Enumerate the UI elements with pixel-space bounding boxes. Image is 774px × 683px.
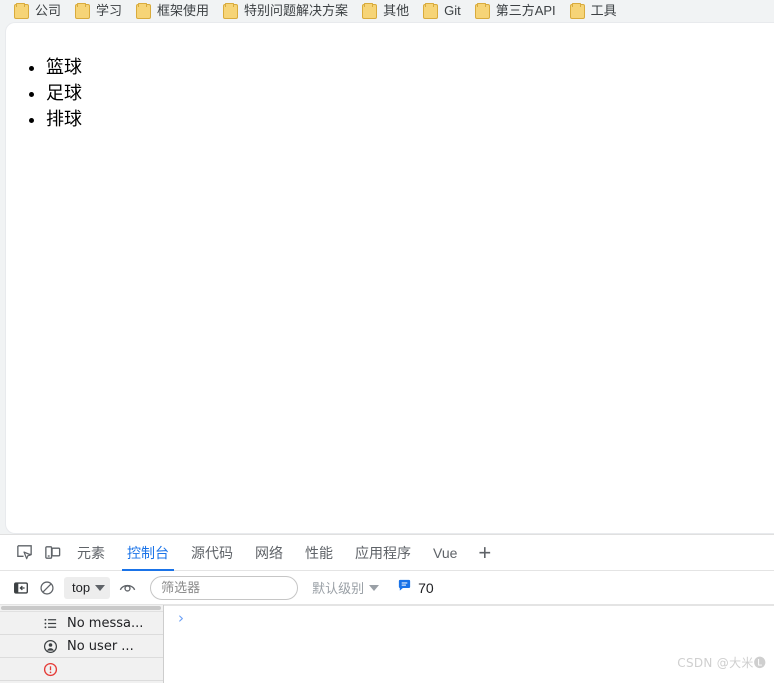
bookmark-label: 其他 bbox=[383, 3, 410, 18]
tab-performance[interactable]: 性能 bbox=[294, 535, 344, 571]
bookmark-label: 第三方API bbox=[495, 3, 556, 18]
error-icon bbox=[42, 661, 59, 678]
log-level-label: 默认级别 bbox=[312, 581, 365, 596]
sidebar-horizontal-scrollbar[interactable] bbox=[0, 605, 163, 612]
more-tabs-button[interactable]: + bbox=[468, 541, 501, 564]
device-toolbar-icon[interactable] bbox=[38, 539, 66, 567]
folder-icon bbox=[423, 2, 439, 19]
console-body: No messa... No user ... › bbox=[0, 605, 774, 683]
list-icon bbox=[42, 615, 59, 632]
sidebar-item-label: No user ... bbox=[67, 638, 134, 654]
sidebar-item-messages[interactable]: No messa... bbox=[0, 612, 163, 635]
bookmark-label: 框架使用 bbox=[157, 3, 210, 18]
chevron-down-icon bbox=[95, 584, 106, 591]
tab-console[interactable]: 控制台 bbox=[116, 535, 180, 571]
sports-list: 篮球 足球 排球 bbox=[6, 55, 774, 133]
tab-vue[interactable]: Vue bbox=[422, 535, 468, 571]
list-item: 足球 bbox=[46, 81, 774, 107]
watermark: CSDN @大米🅛 bbox=[677, 656, 766, 670]
list-item: 排球 bbox=[46, 107, 774, 133]
clear-console-icon[interactable] bbox=[34, 575, 60, 601]
folder-icon bbox=[14, 2, 29, 19]
bookmarks-bar: 公司 学习 框架使用 特别问题解决方案 其他 Git 第三方API 工具 bbox=[0, 0, 774, 22]
live-expression-icon[interactable] bbox=[114, 575, 140, 601]
execution-context-select[interactable]: top bbox=[64, 576, 111, 599]
page-content: 篮球 足球 排球 bbox=[6, 23, 774, 133]
bookmark-label: 学习 bbox=[96, 3, 123, 18]
sidebar-toggle-icon[interactable] bbox=[8, 575, 34, 601]
bookmark-item[interactable]: 特别问题解决方案 bbox=[223, 0, 348, 22]
folder-icon bbox=[75, 2, 91, 19]
message-bubble-icon bbox=[397, 578, 412, 598]
filter-input[interactable] bbox=[150, 575, 299, 600]
folder-icon bbox=[569, 2, 585, 19]
console-toolbar: top 默认级别 70 bbox=[0, 571, 774, 605]
tab-network[interactable]: 网络 bbox=[244, 535, 294, 571]
bookmark-item[interactable]: Git bbox=[423, 0, 461, 22]
bookmark-label: Git bbox=[444, 3, 461, 18]
chevron-down-icon bbox=[369, 584, 380, 591]
bookmark-label: 特别问题解决方案 bbox=[244, 3, 349, 18]
prompt-chevron-icon: › bbox=[178, 609, 184, 627]
console-prompt[interactable]: › bbox=[164, 606, 774, 626]
bookmark-item[interactable]: 公司 bbox=[14, 0, 61, 22]
folder-icon bbox=[474, 2, 490, 19]
log-level-select[interactable]: 默认级别 bbox=[312, 578, 380, 597]
bookmark-label: 公司 bbox=[35, 3, 62, 18]
tab-elements[interactable]: 元素 bbox=[66, 535, 116, 571]
tab-application[interactable]: 应用程序 bbox=[344, 535, 422, 571]
message-count-badge[interactable]: 70 bbox=[397, 578, 434, 598]
devtools-tabbar: 元素 控制台 源代码 网络 性能 应用程序 Vue + bbox=[0, 535, 774, 571]
bookmark-item[interactable]: 工具 bbox=[569, 0, 617, 22]
message-count-text: 70 bbox=[418, 579, 434, 596]
sidebar-item-user-messages[interactable]: No user ... bbox=[0, 635, 163, 658]
list-item: 篮球 bbox=[46, 55, 774, 81]
folder-icon bbox=[362, 2, 378, 19]
devtools-panel: 元素 控制台 源代码 网络 性能 应用程序 Vue + top 筛选器 默认级别… bbox=[0, 534, 774, 683]
user-message-icon bbox=[42, 638, 59, 655]
inspect-element-icon[interactable] bbox=[10, 539, 38, 567]
bookmark-item[interactable]: 框架使用 bbox=[136, 0, 209, 22]
bookmark-label: 工具 bbox=[590, 3, 617, 18]
page-viewport: 篮球 足球 排球 bbox=[5, 22, 774, 534]
folder-icon bbox=[223, 2, 239, 19]
console-output-area[interactable]: › bbox=[164, 605, 774, 683]
bookmark-item[interactable]: 其他 bbox=[362, 0, 409, 22]
console-sidebar: No messa... No user ... bbox=[0, 605, 164, 683]
bookmark-item[interactable]: 第三方API bbox=[474, 0, 556, 22]
sidebar-item-label: No messa... bbox=[67, 615, 144, 631]
sidebar-item-errors[interactable] bbox=[0, 658, 163, 681]
execution-context-label: top bbox=[72, 580, 91, 595]
folder-icon bbox=[136, 2, 152, 19]
tab-sources[interactable]: 源代码 bbox=[180, 535, 244, 571]
bookmark-item[interactable]: 学习 bbox=[75, 0, 122, 22]
